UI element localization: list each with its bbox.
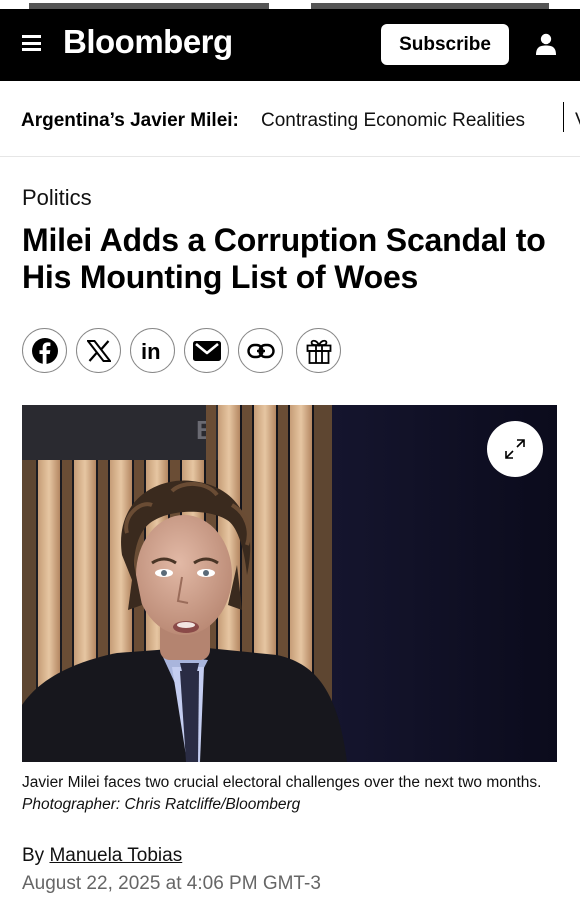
publish-date: August 22, 2025 at 4:06 PM GMT-3 [22, 873, 321, 894]
topic-bar-label[interactable]: Argentina’s Javier Milei: [21, 110, 239, 132]
topic-bar-next-story[interactable]: V [575, 110, 580, 132]
bloomberg-logo[interactable]: Bloomberg [63, 23, 233, 61]
email-icon [192, 340, 221, 361]
subscribe-button[interactable]: Subscribe [381, 24, 509, 65]
article-headline: Milei Adds a Corruption Scandal to His M… [22, 222, 546, 295]
gift-icon [306, 339, 331, 364]
author-link[interactable]: Manuela Tobias [49, 845, 182, 866]
share-facebook-button[interactable] [22, 328, 67, 373]
topic-bar-story-link[interactable]: Contrasting Economic Realities [261, 110, 525, 132]
caption-text: Javier Milei faces two crucial electoral… [22, 774, 542, 791]
facebook-icon [31, 337, 58, 364]
byline-prefix: By [22, 845, 45, 866]
section-label[interactable]: Politics [22, 185, 92, 211]
photo-illustration: B [22, 405, 557, 762]
topic-bar-divider [563, 102, 564, 132]
x-icon [86, 339, 111, 362]
svg-text:in: in [141, 340, 161, 362]
photo-credit: Photographer: Chris Ratcliffe/Bloomberg [22, 796, 301, 813]
expand-photo-button[interactable] [487, 421, 543, 477]
linkedin-icon: in [141, 340, 161, 362]
share-email-button[interactable] [184, 328, 229, 373]
browser-top-bar [0, 0, 580, 9]
byline: By Manuela Tobias [22, 845, 182, 867]
photo-caption: Javier Milei faces two crucial electoral… [22, 772, 562, 816]
article-photo[interactable]: B [22, 405, 557, 762]
menu-icon[interactable] [22, 35, 41, 51]
share-x-button[interactable] [76, 328, 121, 373]
expand-icon [505, 439, 525, 459]
link-icon [246, 343, 275, 358]
gift-article-button[interactable] [296, 328, 341, 373]
share-linkedin-button[interactable]: in [130, 328, 175, 373]
site-header: Bloomberg Subscribe [0, 9, 580, 81]
copy-link-button[interactable] [238, 328, 283, 373]
user-account-icon[interactable] [536, 33, 556, 55]
topic-bar: Argentina’s Javier Milei: Contrasting Ec… [0, 81, 580, 157]
